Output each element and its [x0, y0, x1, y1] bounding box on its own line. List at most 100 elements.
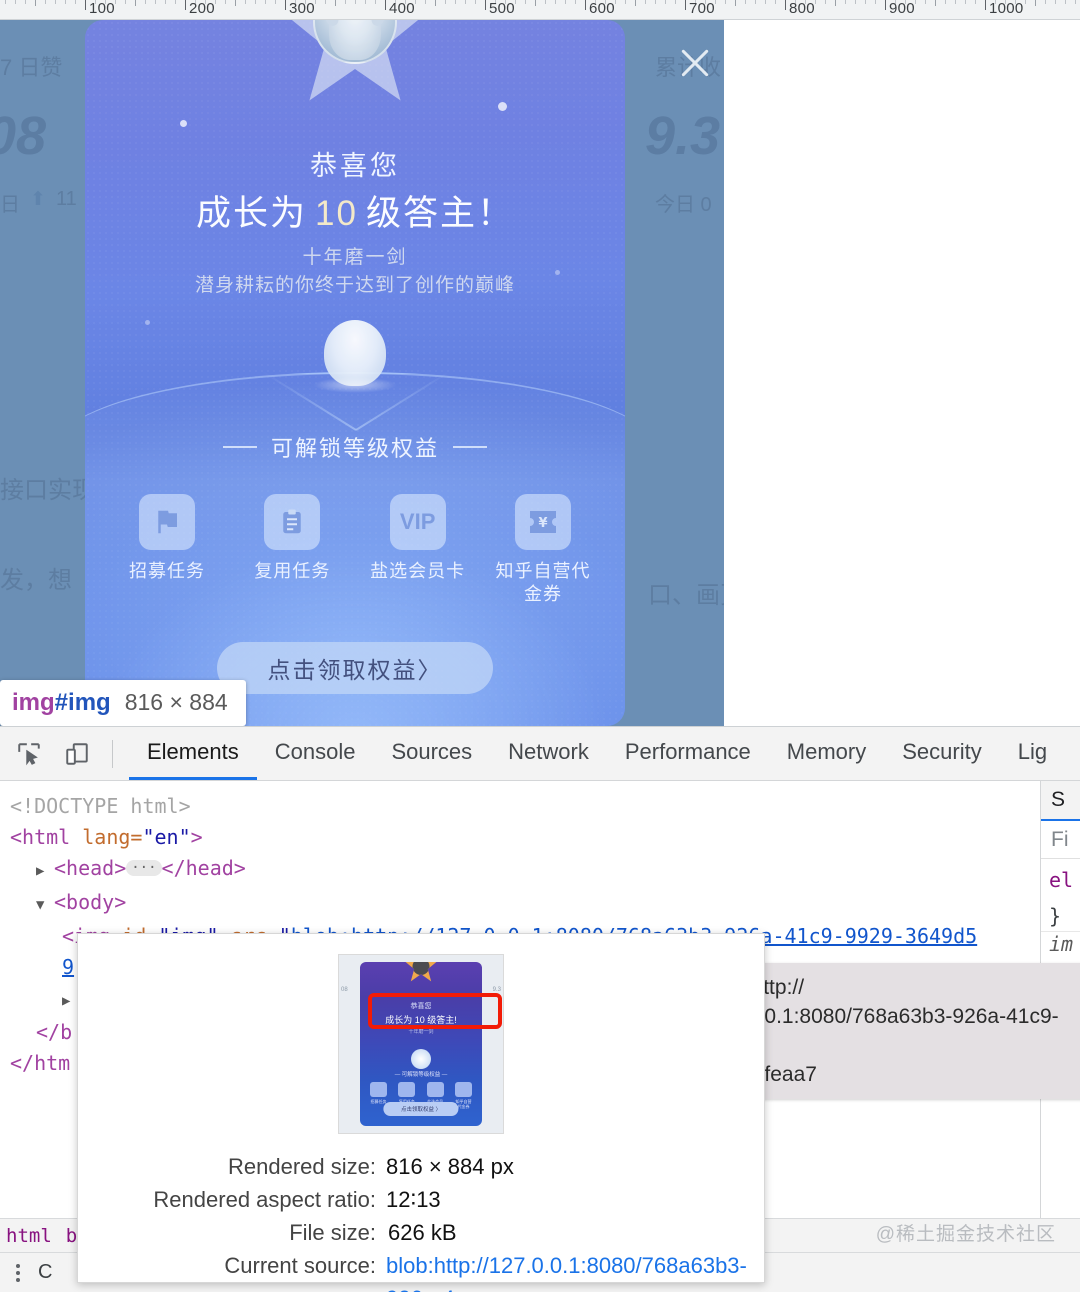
current-source-link[interactable]: blob:http://127.0.0.1:8080/768a63b3-926a… — [386, 1249, 747, 1292]
avatar-star-badge — [279, 20, 431, 108]
doctype-text: <!DOCTYPE html> — [10, 794, 191, 818]
close-icon[interactable] — [674, 42, 716, 84]
ruler-tick — [315, 0, 316, 4]
kebab-menu-icon[interactable] — [10, 1263, 26, 1282]
ruler-tick — [125, 0, 126, 4]
sparkle-icon — [145, 320, 150, 325]
ruler-tick — [545, 0, 546, 4]
thumb-bg-left: 08 — [341, 987, 348, 994]
ruler-tick — [435, 0, 436, 6]
tab-network[interactable]: Network — [490, 727, 607, 780]
tab-lig[interactable]: Lig — [1000, 727, 1065, 780]
devtools-tabs: Elements Console Sources Network Performance… — [129, 727, 1065, 780]
ruler-tick — [165, 0, 166, 4]
watermark: @稀土掘金技术社区 — [875, 1224, 1056, 1245]
console-drawer-label[interactable]: C — [38, 1261, 52, 1284]
level-up-modal-image[interactable]: 恭喜您 成长为 10 级答主！ 十年磨一剑 潜身耕耘的你终于达到了创作的巅峰 可解锁… — [85, 20, 625, 726]
inspect-element-icon[interactable] — [14, 739, 44, 769]
level-prefix: 成长为 — [196, 194, 308, 233]
ruler-tick — [45, 0, 46, 4]
ruler-tick — [985, 0, 986, 10]
ruler-tick — [335, 0, 336, 6]
tab-memory[interactable]: Memory — [769, 727, 884, 780]
claim-benefits-button[interactable]: 点击领取权益〉 — [217, 642, 493, 694]
ruler-tick — [675, 0, 676, 4]
benefit-item[interactable]: ¥ 知乎自营代金券 — [487, 494, 599, 606]
ruler-label: 600 — [589, 0, 615, 17]
metadata-row-aspect-ratio: Rendered aspect ratio: 12∶13 — [78, 1183, 764, 1216]
benefit-item[interactable]: 招募任务 — [111, 494, 223, 606]
thumb-bg-right: 9.3 — [492, 987, 501, 994]
ruler-tick — [485, 0, 486, 10]
dom-line-html-open[interactable]: <html lang="en"> — [10, 822, 1040, 853]
benefit-label: 复用任务 — [254, 561, 331, 581]
ruler-tick — [1035, 0, 1036, 6]
style-source-label[interactable]: im — [1041, 932, 1080, 956]
ruler-tick — [175, 0, 176, 4]
ruler-tick — [245, 0, 246, 4]
styles-filter-input[interactable]: Fi — [1041, 821, 1080, 859]
dom-line-body-open[interactable]: ▼ <body> — [10, 887, 1040, 921]
tab-performance[interactable]: Performance — [607, 727, 769, 780]
ruler-tick — [975, 0, 976, 4]
ruler-tick — [945, 0, 946, 4]
ruler-tick — [855, 0, 856, 4]
ruler-tick — [285, 0, 286, 10]
ruler-tick — [85, 0, 86, 10]
device-toolbar-icon[interactable] — [62, 739, 92, 769]
ruler-tick — [645, 0, 646, 4]
ruler-tick — [475, 0, 476, 4]
benefits-divider: 可解锁等级权益 — [85, 431, 625, 463]
styles-tab[interactable]: S — [1041, 781, 1080, 821]
ruler-tick — [1045, 0, 1046, 4]
ruler-tick — [35, 0, 36, 6]
ruler-tick — [875, 0, 876, 4]
up-arrow-icon: ⬆ — [30, 189, 46, 210]
modal-inner: 恭喜您 成长为 10 级答主！ 十年磨一剑 潜身耕耘的你终于达到了创作的巅峰 可解锁… — [85, 20, 625, 726]
ruler-tick — [145, 0, 146, 4]
metadata-value: 816 × 884 px — [386, 1154, 514, 1179]
benefit-item[interactable]: VIP 盐选会员卡 — [362, 494, 474, 606]
current-source-line-1: blob:http://127.0.0.1:8080/768a63b3-926a… — [386, 1253, 747, 1292]
ruler-label: 200 — [189, 0, 215, 17]
tab-security[interactable]: Security — [884, 727, 999, 780]
tab-sources[interactable]: Sources — [373, 727, 490, 780]
benefit-item[interactable]: 复用任务 — [236, 494, 348, 606]
thumb-benefit-icon — [426, 1081, 444, 1097]
ruler-tick — [1025, 0, 1026, 4]
screenshot-root: 10020030040050060070080090010001100 7 日赞… — [0, 0, 1080, 1292]
benefits-list: 招募任务 复用任务 VIP 盐选会员卡 ¥ 知乎自营代金券 — [111, 494, 599, 606]
html-close-tag: </htm — [10, 1051, 71, 1075]
collapsed-content-icon[interactable]: ··· — [126, 859, 162, 876]
metadata-key: Rendered aspect ratio: — [153, 1187, 376, 1212]
metadata-key: Rendered size: — [228, 1154, 376, 1179]
bg-stat-left-value: 08 — [0, 106, 47, 166]
tab-elements[interactable]: Elements — [129, 727, 257, 780]
metadata-row-current-source: Current source: blob:http://127.0.0.1:80… — [78, 1249, 764, 1292]
ruler-ticks: 10020030040050060070080090010001100 — [0, 0, 1080, 19]
ruler-tick — [815, 0, 816, 4]
ruler-tick — [745, 0, 746, 4]
badge-dimensions: 816 × 884 — [124, 689, 228, 715]
breadcrumb-item-body[interactable]: b — [66, 1225, 77, 1247]
ruler-tick — [615, 0, 616, 4]
sparkle-icon — [180, 120, 187, 127]
ruler-tick — [425, 0, 426, 4]
img-src-link-cont[interactable]: 9 — [62, 955, 74, 979]
ruler-tick — [135, 0, 136, 6]
collapse-triangle-icon[interactable]: ▼ — [36, 890, 54, 921]
ruler-tick — [415, 0, 416, 4]
ruler-tick — [555, 0, 556, 4]
ruler-label: 700 — [689, 0, 715, 17]
expand-triangle-icon[interactable]: ▶ — [36, 856, 54, 887]
metadata-key: File size: — [289, 1220, 376, 1245]
dom-line-head[interactable]: ▶ <head> ··· </head> — [10, 853, 1040, 887]
thumb-level-line: 成长为 10 级答主! — [385, 1014, 457, 1025]
ruler-tick — [755, 0, 756, 4]
ruler-tick — [775, 0, 776, 4]
metadata-key: Current source: — [224, 1253, 376, 1278]
tab-console[interactable]: Console — [257, 727, 374, 780]
breadcrumb-item-html[interactable]: html — [6, 1225, 52, 1247]
ruler-label: 800 — [789, 0, 815, 17]
ruler-tick — [1055, 0, 1056, 4]
